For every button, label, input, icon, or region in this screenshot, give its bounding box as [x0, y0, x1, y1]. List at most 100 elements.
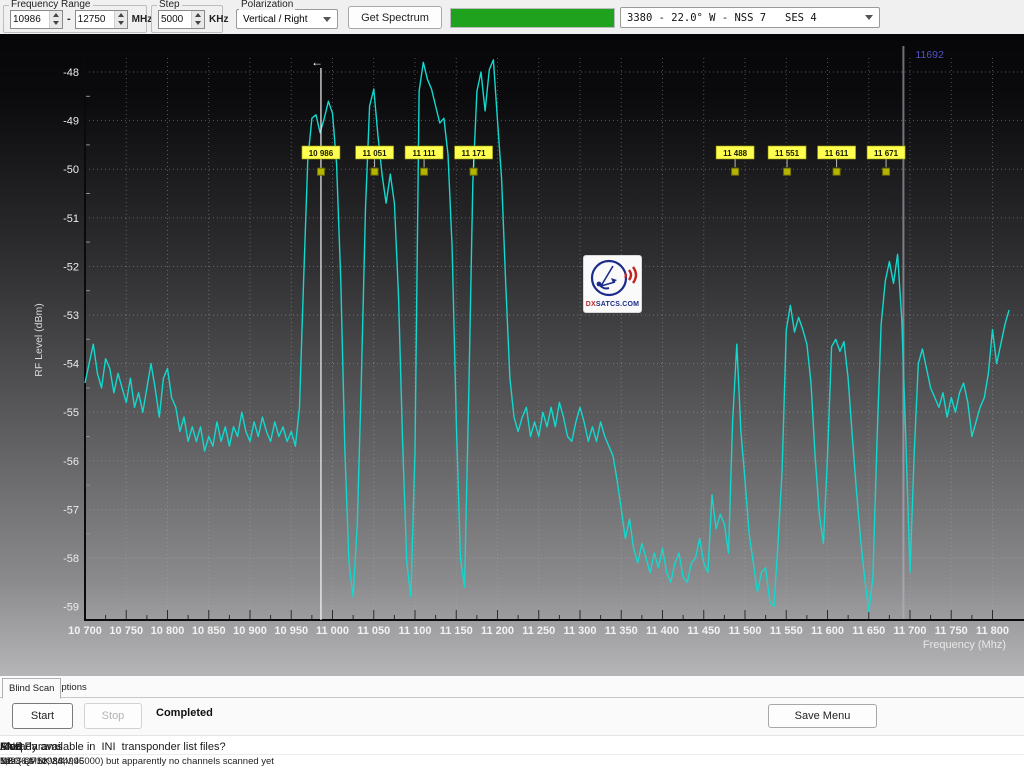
x-tick-label: 11 500: [728, 625, 761, 637]
tab-blind-scan[interactable]: Blind Scan: [2, 678, 61, 699]
frequency-range-group: Frequency Range - MHz: [3, 5, 147, 33]
y-tick-label: -49: [63, 116, 79, 128]
marker-label: 10 986: [309, 149, 334, 158]
spin-down-icon[interactable]: [118, 21, 124, 25]
spin-up-icon[interactable]: [118, 13, 124, 17]
x-tick-label: 11 800: [976, 625, 1009, 637]
dxsatcs-logo: DXSATCS.COM: [583, 255, 642, 313]
polarization-label: Polarization: [239, 0, 295, 10]
marker-square[interactable]: [883, 168, 890, 175]
stop-label: Stop: [102, 710, 125, 722]
y-tick-label: -51: [63, 213, 79, 225]
cell-already-available[interactable]: Yes ( as 10986,V,45000) but apparently n…: [0, 756, 274, 767]
satellite-value: 3380 - 22.0° W - NSS 7 SES 4: [627, 12, 817, 24]
x-tick-label: 10 850: [192, 625, 226, 637]
x-axis-title: Frequency (Mhz): [923, 639, 1006, 651]
bottom-panel: Blind Scan Options Start Stop Completed …: [0, 676, 1024, 768]
x-tick-label: 11 700: [893, 625, 926, 637]
y-tick-label: -53: [63, 310, 79, 322]
spin-up-icon[interactable]: [53, 13, 59, 17]
x-tick-label: 11 650: [852, 625, 885, 637]
spectrum-trace: [85, 60, 1009, 612]
x-tick-label: 11 150: [440, 625, 473, 637]
col-header-already-available[interactable]: Already available in INI transponder lis…: [0, 741, 226, 753]
marker-square[interactable]: [732, 168, 739, 175]
marker-square[interactable]: [470, 168, 477, 175]
x-tick-label: 11 100: [398, 625, 431, 637]
x-tick-label: 11 750: [935, 625, 968, 637]
polarization-group: Polarization Vertical / Right: [233, 5, 339, 33]
y-tick-label: -50: [63, 164, 79, 176]
step-label: Step: [157, 0, 182, 10]
y-tick-label: -55: [63, 407, 79, 419]
cursor-arrow-icon[interactable]: ←: [311, 55, 323, 69]
marker-label: 11 671: [874, 149, 899, 158]
toolbar: Frequency Range - MHz Step: [0, 0, 1024, 34]
reference-line-label: 11692: [915, 49, 944, 61]
y-tick-label: -54: [63, 359, 79, 371]
range-separator: -: [67, 13, 71, 25]
progress-fill: [451, 9, 614, 27]
mhz-unit-label: MHz: [132, 14, 153, 25]
spin-up-icon[interactable]: [195, 13, 201, 17]
polarization-select[interactable]: Vertical / Right: [236, 9, 338, 29]
logo-text: DXSATCS.COM: [586, 301, 639, 308]
y-tick-label: -58: [63, 553, 79, 565]
application-window: Frequency Range - MHz Step: [0, 0, 1024, 768]
scan-results-table: Freq Mod Mod Params SNR Already availabl…: [0, 735, 1024, 768]
scan-status: Completed: [156, 707, 213, 719]
marker-square[interactable]: [317, 168, 324, 175]
x-tick-label: 11 300: [563, 625, 596, 637]
frequency-from-box: [10, 10, 63, 29]
spin-down-icon[interactable]: [53, 21, 59, 25]
get-spectrum-label: Get Spectrum: [361, 12, 429, 24]
marker-label: 11 488: [723, 149, 748, 158]
x-tick-label: 10 750: [109, 625, 143, 637]
y-axis-title: RF Level (dBm): [33, 303, 45, 377]
x-tick-label: 10 950: [274, 625, 308, 637]
frequency-to-input[interactable]: [76, 11, 114, 28]
x-tick-label: 11 600: [811, 625, 844, 637]
frequency-range-label: Frequency Range: [9, 0, 93, 10]
marker-label: 11 551: [775, 149, 800, 158]
marker-label: 11 051: [363, 149, 388, 158]
marker-label: 11 611: [825, 149, 849, 158]
logo-text-part: DX: [586, 301, 596, 308]
marker-square[interactable]: [784, 168, 791, 175]
marker-square[interactable]: [833, 168, 840, 175]
chevron-down-icon: [323, 17, 331, 22]
stop-button[interactable]: Stop: [84, 703, 142, 729]
khz-unit-label: KHz: [209, 14, 228, 25]
start-label: Start: [31, 710, 54, 722]
y-tick-label: -52: [63, 261, 79, 273]
frequency-from-input[interactable]: [11, 11, 49, 28]
x-tick-label: 10 800: [151, 625, 185, 637]
x-tick-label: 10 700: [68, 625, 102, 637]
frequency-to-box: [75, 10, 128, 29]
save-menu-label: Save Menu: [795, 710, 851, 722]
marker-label: 11 111: [412, 149, 436, 158]
frequency-to-spinner[interactable]: [114, 11, 127, 28]
marker-square[interactable]: [371, 168, 378, 175]
table-header-separator: [0, 754, 1024, 755]
spin-down-icon[interactable]: [195, 21, 201, 25]
satellite-select[interactable]: 3380 - 22.0° W - NSS 7 SES 4: [620, 7, 880, 28]
get-spectrum-button[interactable]: Get Spectrum: [348, 6, 442, 29]
y-tick-label: -59: [63, 602, 79, 614]
save-menu-button[interactable]: Save Menu: [768, 704, 877, 728]
marker-square[interactable]: [421, 168, 428, 175]
step-input[interactable]: [159, 11, 191, 28]
tab-label: Blind Scan: [9, 683, 54, 694]
spectrum-plot: 11692←10 98611 05111 11111 17111 48811 5…: [0, 34, 1024, 676]
y-tick-label: -56: [63, 456, 79, 468]
x-tick-label: 11 200: [481, 625, 514, 637]
step-spinner[interactable]: [191, 11, 204, 28]
x-tick-label: 11 550: [770, 625, 803, 637]
x-tick-label: 11 400: [646, 625, 679, 637]
frequency-from-spinner[interactable]: [49, 11, 62, 28]
logo-text-part: SATCS.COM: [596, 301, 639, 308]
polarization-value: Vertical / Right: [243, 14, 307, 25]
x-tick-label: 11 450: [687, 625, 720, 637]
satellite-dish-icon: [585, 256, 640, 300]
start-button[interactable]: Start: [12, 703, 73, 729]
